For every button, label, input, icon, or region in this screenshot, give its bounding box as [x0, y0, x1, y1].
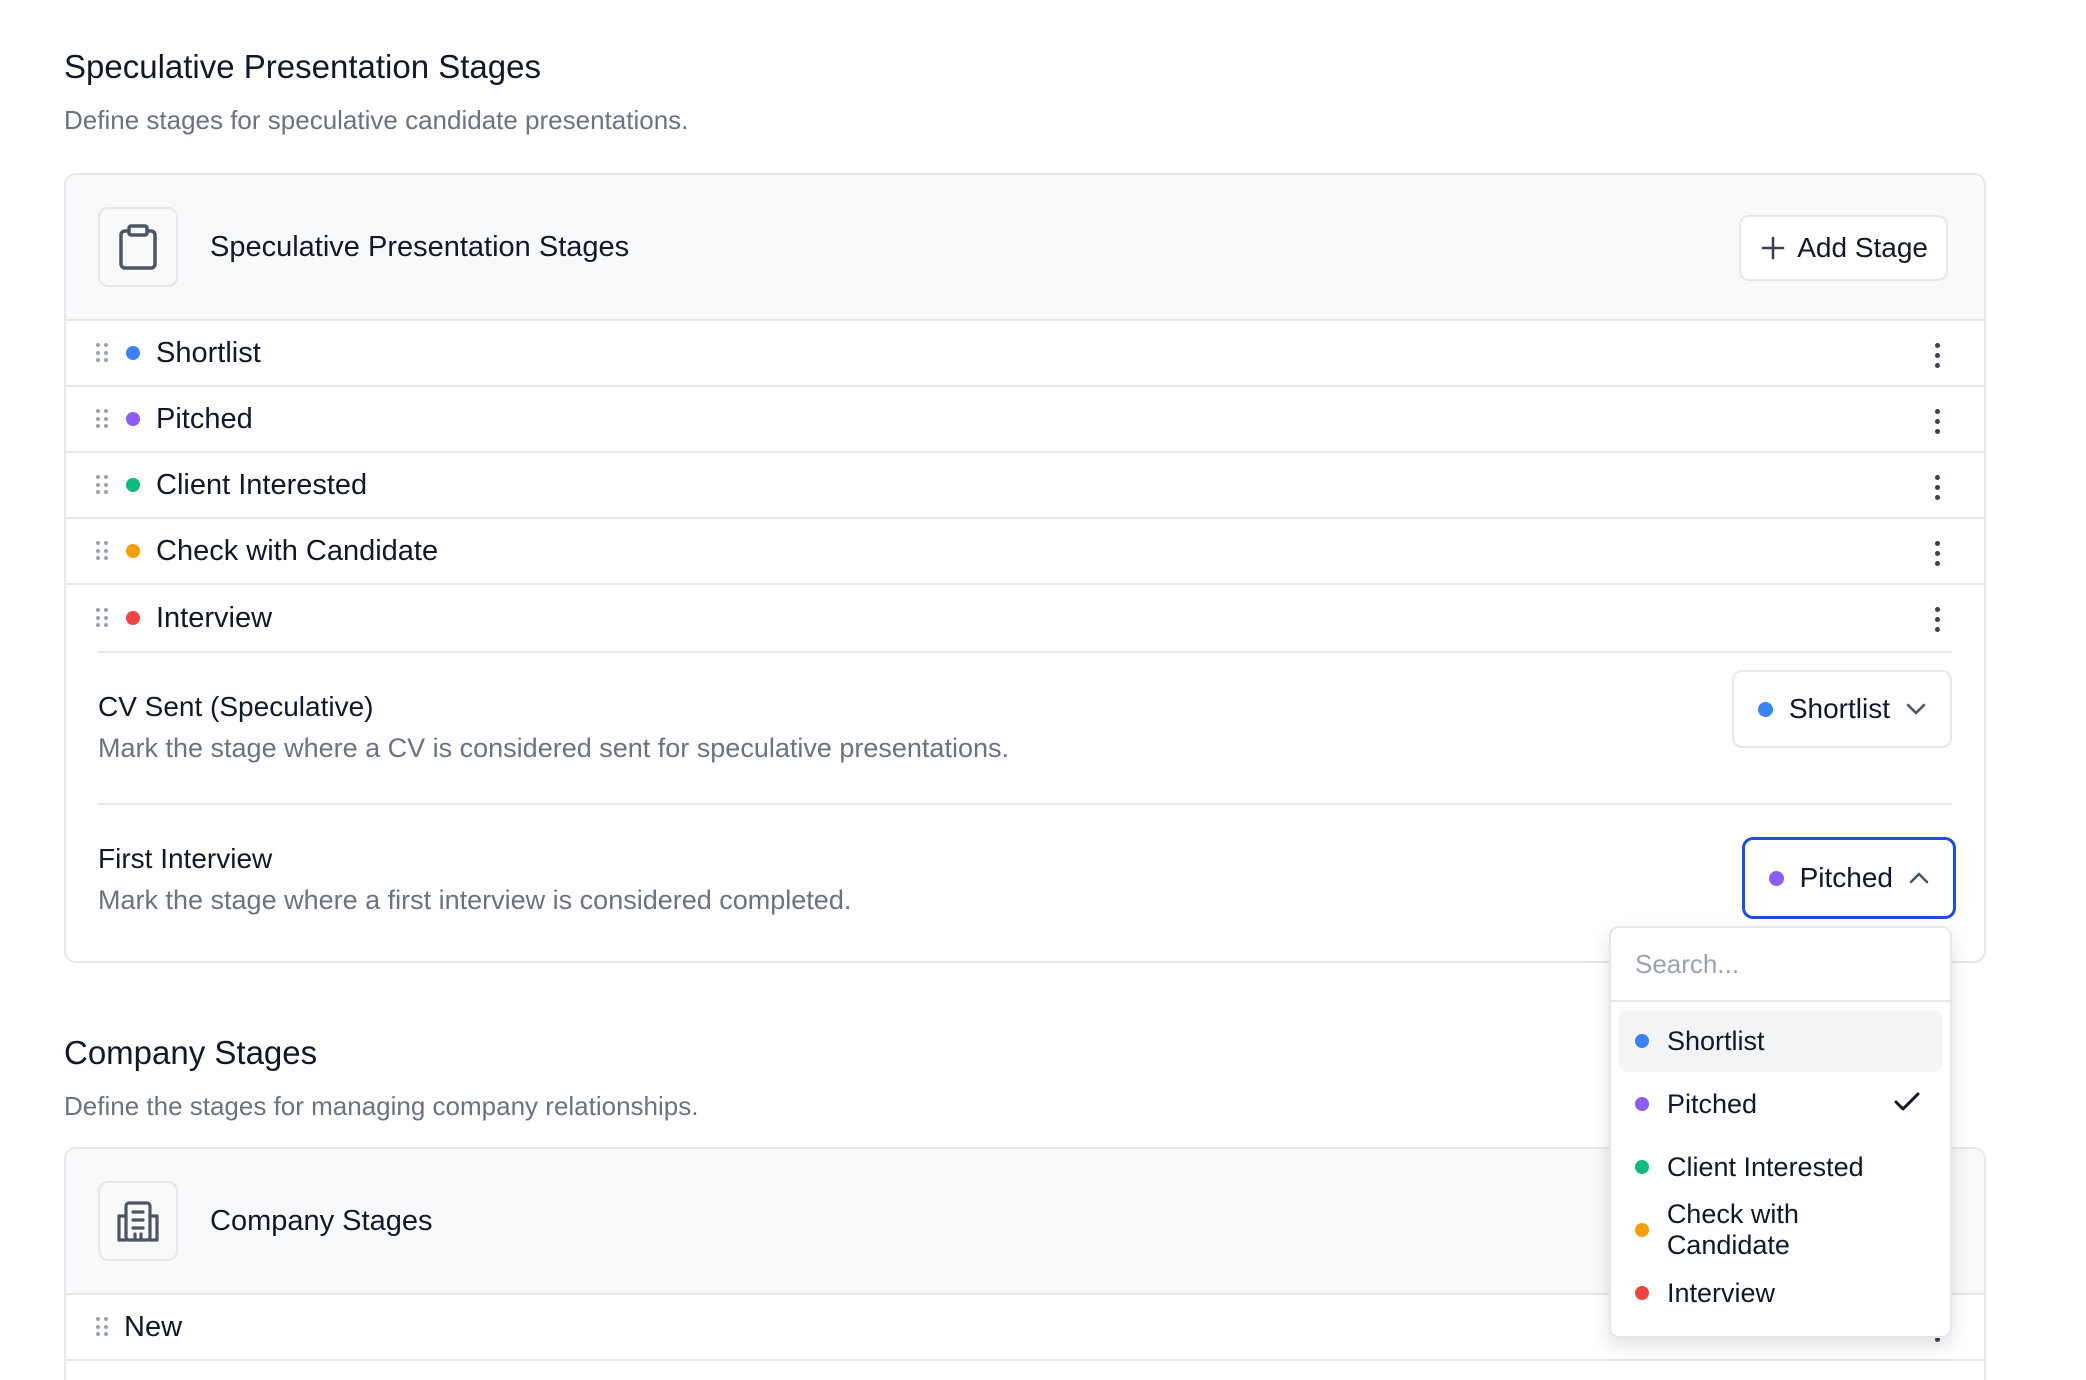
option-label: Check with Candidate	[1666, 1199, 1799, 1260]
first-interview-title: First Interview	[98, 843, 273, 874]
stage-color-dot	[126, 478, 140, 492]
stage-name: Client Interested	[156, 468, 368, 501]
selected-stage-dot	[1768, 870, 1784, 886]
speculative-stages-card: Speculative Presentation Stages Add Stag…	[64, 173, 1986, 963]
plus-icon	[1761, 236, 1785, 260]
card-header: Speculative Presentation Stages Add Stag…	[66, 175, 1984, 321]
option-label: Shortlist	[1667, 1025, 1765, 1056]
check-icon	[1894, 1092, 1920, 1111]
chevron-down-icon	[1906, 703, 1926, 715]
option-pitched[interactable]: Pitched	[1619, 1073, 1942, 1135]
more-options-icon[interactable]	[1935, 343, 1940, 368]
first-interview-desc: Mark the stage where a first interview i…	[98, 885, 852, 915]
dropdown-search	[1611, 928, 1950, 1002]
section-desc-speculative: Define stages for speculative candidate …	[64, 105, 689, 135]
cv-sent-value: Shortlist	[1788, 693, 1890, 724]
stage-name: New	[124, 1310, 183, 1343]
stage-row-check-with-candidate[interactable]: Check with Candidate	[66, 519, 1984, 585]
stage-color-dot	[126, 412, 140, 426]
first-interview-select[interactable]: Pitched	[1742, 838, 1955, 918]
clipboard-icon	[98, 207, 178, 287]
selected-stage-dot	[1757, 701, 1773, 717]
stage-color-dot	[126, 611, 140, 625]
stage-name: Shortlist	[156, 336, 261, 369]
add-stage-button[interactable]: Add Stage	[1739, 215, 1948, 281]
search-input[interactable]	[1635, 948, 1926, 980]
dropdown-options: Shortlist Pitched Client Interested Chec…	[1611, 1002, 1950, 1333]
drag-handle-icon[interactable]	[96, 608, 108, 628]
stage-row-client-interested[interactable]: Client Interested	[66, 453, 1984, 519]
option-color-dot	[1635, 1160, 1649, 1174]
option-color-dot	[1635, 1223, 1649, 1237]
cv-sent-desc: Mark the stage where a CV is considered …	[98, 733, 1009, 763]
building-icon	[98, 1181, 178, 1261]
drag-handle-icon[interactable]	[96, 1317, 108, 1337]
section-title-company: Company Stages	[64, 1034, 318, 1071]
cv-sent-setting: CV Sent (Speculative) Mark the stage whe…	[98, 651, 1952, 803]
stage-color-dot	[126, 544, 140, 558]
drag-handle-icon[interactable]	[96, 475, 108, 495]
option-shortlist[interactable]: Shortlist	[1619, 1010, 1942, 1072]
settings-page: Speculative Presentation Stages Define s…	[0, 0, 2086, 1380]
option-check-with-candidate[interactable]: Check with Candidate	[1619, 1199, 1942, 1261]
option-label: Client Interested	[1667, 1151, 1864, 1182]
more-options-icon[interactable]	[1935, 409, 1940, 434]
stage-row-shortlist[interactable]: Shortlist	[66, 321, 1984, 387]
section-title-speculative: Speculative Presentation Stages	[64, 48, 541, 85]
stage-list: Shortlist Pitched Client Interested Chec…	[66, 321, 1984, 651]
add-stage-label: Add Stage	[1797, 232, 1928, 263]
stage-color-dot	[126, 346, 140, 360]
option-interview[interactable]: Interview	[1619, 1262, 1942, 1324]
stage-name: Interview	[156, 601, 273, 634]
stage-name: Pitched	[156, 402, 253, 435]
chevron-up-icon	[1909, 872, 1929, 884]
card-title: Speculative Presentation Stages	[210, 230, 630, 263]
stage-dropdown-menu: Shortlist Pitched Client Interested Chec…	[1609, 926, 1952, 1338]
card-title: Company Stages	[210, 1204, 433, 1237]
more-options-icon[interactable]	[1935, 541, 1940, 566]
cv-sent-select[interactable]: Shortlist	[1731, 670, 1952, 748]
cv-sent-title: CV Sent (Speculative)	[98, 691, 374, 722]
option-label: Interview	[1667, 1277, 1776, 1308]
drag-handle-icon[interactable]	[96, 343, 108, 363]
option-color-dot	[1635, 1034, 1649, 1048]
option-client-interested[interactable]: Client Interested	[1619, 1136, 1942, 1198]
option-color-dot	[1635, 1097, 1649, 1111]
drag-handle-icon[interactable]	[96, 541, 108, 561]
more-options-icon[interactable]	[1935, 475, 1940, 500]
stage-name: Check with Candidate	[156, 534, 439, 567]
first-interview-value: Pitched	[1799, 862, 1893, 893]
option-label: Pitched	[1667, 1088, 1758, 1119]
stage-row-pitched[interactable]: Pitched	[66, 387, 1984, 453]
stage-row-interview[interactable]: Interview	[66, 585, 1984, 651]
stage-row-partial[interactable]	[66, 1361, 1984, 1380]
section-desc-company: Define the stages for managing company r…	[64, 1091, 699, 1121]
drag-handle-icon[interactable]	[96, 409, 108, 429]
option-color-dot	[1635, 1286, 1649, 1300]
more-options-icon[interactable]	[1935, 607, 1940, 632]
